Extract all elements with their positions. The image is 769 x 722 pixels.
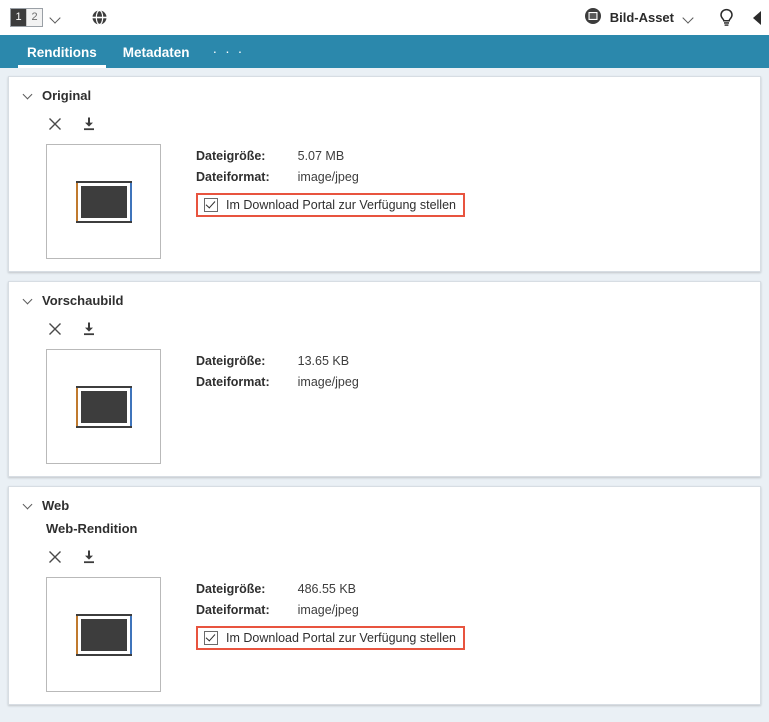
fileformat-label: Dateiformat: [196,602,270,623]
rendition-preview-row: Dateigröße: 5.07 MB Dateiformat: image/j… [46,138,760,259]
record-pager[interactable]: 1 2 [10,8,43,27]
tab-metadaten[interactable]: Metadaten [110,45,203,68]
table-row: Dateiformat: image/jpeg [196,602,359,623]
filesize-value: 486.55 KB [270,581,359,602]
metadata-table: Dateigröße: 5.07 MB Dateiformat: image/j… [196,148,359,190]
chevron-down-icon[interactable] [23,500,34,511]
tab-renditions[interactable]: Renditions [14,45,110,68]
toolbar-right-group: Bild-Asset [584,7,761,28]
top-toolbar: 1 2 Bild-Asset [0,0,769,35]
table-row: Dateigröße: 13.65 KB [196,353,359,374]
toolbar-left-group: 1 2 [10,8,108,27]
tab-overflow-menu[interactable]: · · · [203,43,255,68]
download-portal-flag[interactable]: Im Download Portal zur Verfügung stellen [196,193,465,217]
download-portal-label: Im Download Portal zur Verfügung stellen [226,631,456,645]
rendition-card-web: Web Web-Rendition [8,486,761,705]
lightbulb-icon[interactable] [718,8,735,27]
renditions-content: Original [0,68,769,722]
download-portal-flag[interactable]: Im Download Portal zur Verfügung stellen [196,626,465,650]
download-icon[interactable] [80,548,98,566]
table-row: Dateiformat: image/jpeg [196,374,359,395]
image-placeholder-icon [78,616,130,654]
filesize-label: Dateigröße: [196,353,270,374]
chevron-down-icon[interactable] [49,11,63,25]
download-portal-checkbox[interactable] [204,198,218,212]
close-icon[interactable] [46,548,64,566]
fileformat-label: Dateiformat: [196,374,270,395]
download-icon[interactable] [80,115,98,133]
rendition-metadata: Dateigröße: 13.65 KB Dateiformat: image/… [161,349,359,395]
download-portal-checkbox[interactable] [204,631,218,645]
pager-total: 2 [26,9,42,26]
rendition-preview-row: Dateigröße: 486.55 KB Dateiformat: image… [46,571,760,692]
rendition-body: Dateigröße: 5.07 MB Dateiformat: image/j… [9,103,760,271]
filesize-label: Dateigröße: [196,581,270,602]
chevron-down-icon[interactable] [23,90,34,101]
asset-type-label: Bild-Asset [610,10,674,25]
rendition-body: Dateigröße: 486.55 KB Dateiformat: image… [9,536,760,704]
download-portal-label: Im Download Portal zur Verfügung stellen [226,198,456,212]
fileformat-value: image/jpeg [270,374,359,395]
globe-icon[interactable] [91,9,108,26]
fileformat-value: image/jpeg [270,602,359,623]
filesize-label: Dateigröße: [196,148,270,169]
image-placeholder-icon [78,388,130,426]
chevron-down-icon[interactable] [23,295,34,306]
rendition-preview-row: Dateigröße: 13.65 KB Dateiformat: image/… [46,343,760,464]
section-header[interactable]: Web [9,496,760,513]
thumbnail-preview[interactable] [46,144,161,259]
section-title: Vorschaubild [42,293,123,308]
metadata-table: Dateigröße: 486.55 KB Dateiformat: image… [196,581,359,623]
asset-type-selector[interactable]: Bild-Asset [584,7,696,28]
table-row: Dateigröße: 5.07 MB [196,148,359,169]
section-header[interactable]: Original [9,86,760,103]
pager-current: 1 [11,9,26,26]
rendition-actions [46,308,760,343]
filesize-value: 13.65 KB [270,353,359,374]
table-row: Dateigröße: 486.55 KB [196,581,359,602]
rendition-actions [46,536,760,571]
rendition-card-original: Original [8,76,761,272]
image-placeholder-icon [78,183,130,221]
metadata-table: Dateigröße: 13.65 KB Dateiformat: image/… [196,353,359,395]
rendition-subtitle: Web-Rendition [9,513,760,536]
collapse-panel-left-icon[interactable] [753,11,761,25]
table-row: Dateiformat: image/jpeg [196,169,359,190]
section-title: Original [42,88,91,103]
chevron-down-icon[interactable] [682,11,696,25]
tab-bar: Renditions Metadaten · · · [0,35,769,68]
fileformat-label: Dateiformat: [196,169,270,190]
close-icon[interactable] [46,115,64,133]
rendition-actions [46,103,760,138]
thumbnail-preview[interactable] [46,577,161,692]
section-title: Web [42,498,69,513]
rendition-body: Dateigröße: 13.65 KB Dateiformat: image/… [9,308,760,476]
rendition-card-vorschaubild: Vorschaubild [8,281,761,477]
image-asset-icon [584,7,602,28]
rendition-metadata: Dateigröße: 486.55 KB Dateiformat: image… [161,577,465,650]
thumbnail-preview[interactable] [46,349,161,464]
section-header[interactable]: Vorschaubild [9,291,760,308]
download-icon[interactable] [80,320,98,338]
filesize-value: 5.07 MB [270,148,359,169]
rendition-metadata: Dateigröße: 5.07 MB Dateiformat: image/j… [161,144,465,217]
close-icon[interactable] [46,320,64,338]
fileformat-value: image/jpeg [270,169,359,190]
